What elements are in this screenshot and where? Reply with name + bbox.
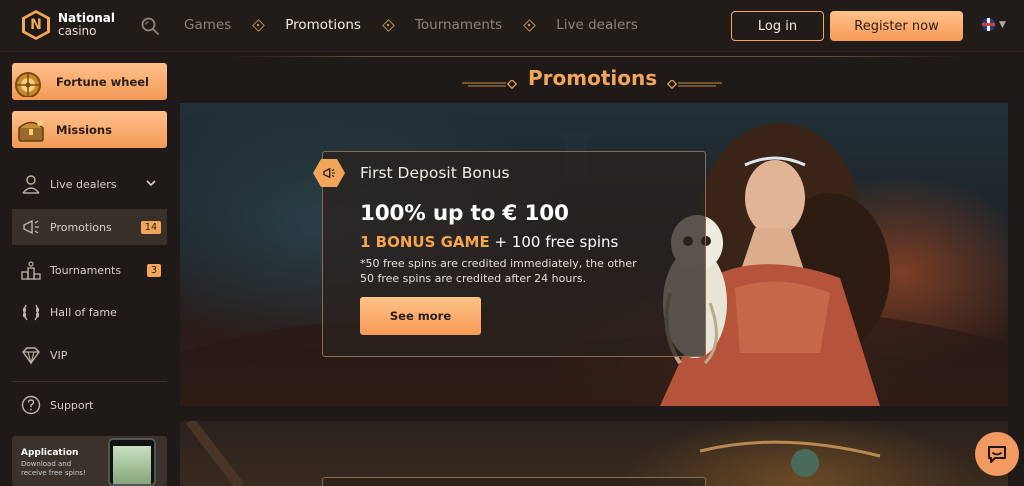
top-header: N National casino Games Promotions Tourn… [0, 0, 1024, 52]
sidebar-item-tournaments[interactable]: Tournaments 3 [12, 252, 167, 288]
question-icon [21, 395, 41, 415]
register-button[interactable]: Register now [830, 11, 963, 41]
sidebar-item-label: Support [50, 398, 94, 412]
logo-subname: casino [58, 24, 97, 38]
phone-image [108, 438, 156, 486]
sidebar-item-label: Promotions [50, 220, 112, 234]
diamond-icon [22, 347, 40, 366]
nav-tournaments[interactable]: Tournaments [415, 17, 502, 33]
uk-flag-icon [982, 18, 995, 31]
login-button[interactable]: Log in [731, 11, 824, 41]
nav-separator-icon [251, 18, 265, 32]
live-dealer-icon [22, 175, 40, 194]
treasure-chest-icon [18, 119, 44, 142]
offer-amount: 100% up to € 100 [360, 201, 569, 226]
podium-icon [21, 261, 41, 280]
sidebar-divider [12, 381, 167, 382]
offer-heading: First Deposit Bonus [360, 164, 510, 182]
next-promo-banner[interactable] [180, 421, 1008, 486]
app-download-card[interactable]: Application Download and receive free sp… [12, 436, 167, 486]
laurel-icon [22, 304, 40, 321]
app-card-title: Application [21, 448, 79, 458]
missions-button[interactable]: Missions [12, 111, 167, 148]
offer-bonus-extra: + 100 free spins [489, 233, 619, 251]
offer-note: *50 free spins are credited immediately,… [360, 257, 637, 285]
nav-separator-icon [381, 18, 395, 32]
promotions-count-badge: 14 [140, 220, 161, 234]
nav-games[interactable]: Games [184, 17, 231, 33]
header-rule [228, 56, 963, 57]
nav-separator-icon [522, 18, 536, 32]
sidebar-item-vip[interactable]: VIP [12, 337, 167, 373]
main-nav: Games Promotions Tournaments Live dealer… [184, 17, 638, 33]
fortune-wheel-icon [15, 71, 41, 97]
page-title: Promotions [528, 66, 658, 90]
chat-bubble-icon [988, 446, 1006, 463]
nav-promotions[interactable]: Promotions [285, 17, 361, 33]
sidebar-item-live-dealers[interactable]: Live dealers [12, 166, 167, 202]
sidebar-item-support[interactable]: Support [12, 387, 167, 423]
next-offer-card [322, 477, 706, 486]
sidebar-item-label: Live dealers [50, 177, 117, 191]
promo-banner[interactable]: First Deposit Bonus 100% up to € 100 1 B… [180, 103, 1008, 406]
tournaments-count-badge: 3 [146, 263, 161, 277]
nav-live-dealers[interactable]: Live dealers [556, 17, 638, 33]
missions-label: Missions [56, 122, 112, 137]
site-logo[interactable]: N National casino [22, 10, 115, 40]
fortune-wheel-button[interactable]: Fortune wheel [12, 63, 167, 100]
chevron-down-icon[interactable] [145, 177, 157, 189]
logo-badge-icon: N [22, 10, 50, 40]
title-ornament-right-icon [666, 80, 722, 89]
offer-bonus-line: 1 BONUS GAME + 100 free spins [360, 233, 618, 251]
sidebar-item-hall-of-fame[interactable]: Hall of fame [12, 294, 167, 330]
offer-bonus-highlight: 1 BONUS GAME [360, 233, 490, 251]
sidebar-item-label: VIP [50, 348, 68, 362]
app-card-subtitle: Download and receive free spins! [21, 460, 86, 477]
see-more-button[interactable]: See more [360, 297, 481, 335]
sidebar-item-promotions[interactable]: Promotions 14 [12, 209, 167, 245]
chat-button[interactable] [975, 432, 1019, 476]
title-ornament-left-icon [462, 80, 518, 89]
megaphone-icon [23, 219, 39, 235]
sidebar-item-label: Tournaments [50, 263, 122, 277]
fortune-wheel-label: Fortune wheel [56, 74, 149, 89]
language-selector[interactable]: ▼ [982, 18, 1006, 31]
chevron-down-icon: ▼ [999, 19, 1006, 30]
search-icon[interactable] [140, 16, 160, 36]
sidebar-item-label: Hall of fame [50, 305, 117, 319]
